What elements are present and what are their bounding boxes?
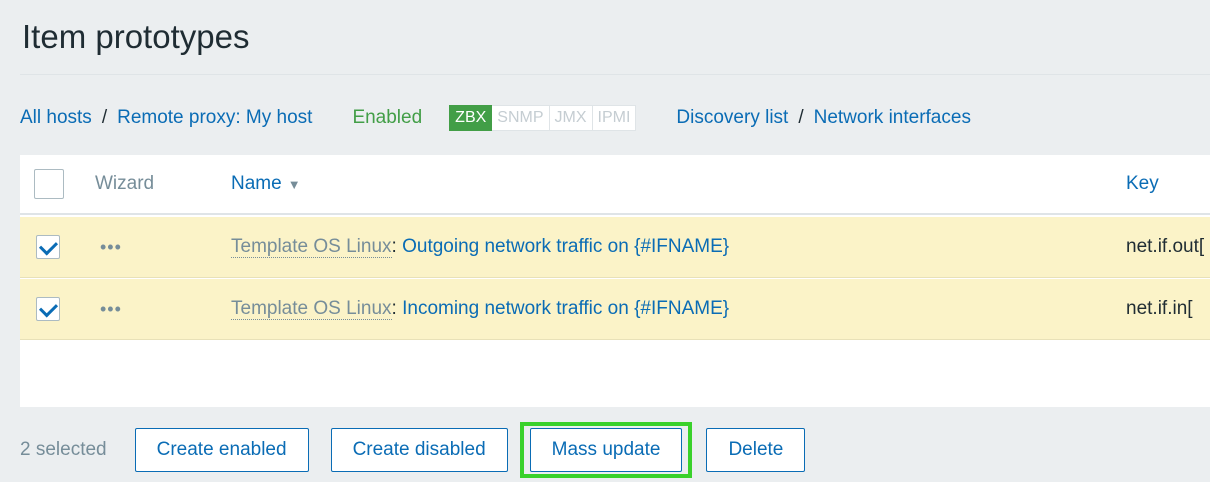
create-enabled-button[interactable]: Create enabled — [134, 428, 309, 472]
interface-jmx-badge: JMX — [549, 105, 593, 131]
table-row: ••• Template OS Linux: Outgoing network … — [20, 217, 1210, 278]
header-key[interactable]: Key — [1126, 173, 1159, 195]
interface-snmp-badge: SNMP — [492, 105, 550, 131]
sort-down-icon: ▼ — [287, 177, 301, 192]
mass-update-highlight: Mass update — [519, 422, 693, 478]
item-prototype-link[interactable]: Outgoing network traffic on {#IFNAME} — [402, 236, 729, 257]
row-checkbox[interactable] — [36, 235, 60, 259]
template-link[interactable]: Template OS Linux — [231, 298, 392, 320]
item-key: net.if.out[ — [1126, 236, 1205, 257]
mass-update-button[interactable]: Mass update — [529, 428, 683, 472]
table-header: Wizard Name ▼ Key — [20, 155, 1210, 215]
action-bar: 2 selected Create enabled Create disable… — [20, 422, 1210, 478]
header-wizard: Wizard — [95, 173, 155, 194]
wizard-menu-icon[interactable]: ••• — [100, 237, 122, 258]
header-name-label[interactable]: Name — [231, 173, 282, 194]
breadcrumb-separator: / — [798, 107, 804, 128]
title-divider — [20, 74, 1210, 75]
item-key: net.if.in[ — [1126, 298, 1193, 319]
select-all-checkbox[interactable] — [34, 169, 64, 199]
interface-zbx-badge: ZBX — [449, 105, 493, 131]
host-status-enabled[interactable]: Enabled — [352, 107, 422, 129]
breadcrumb-discovery-rule[interactable]: Network interfaces — [814, 107, 971, 129]
item-prototype-link[interactable]: Incoming network traffic on {#IFNAME} — [402, 298, 729, 319]
item-prototypes-table: Wizard Name ▼ Key ••• Template OS Linux: … — [20, 155, 1210, 407]
row-checkbox[interactable] — [36, 297, 60, 321]
item-name-cell: Template OS Linux: Incoming network traf… — [231, 298, 730, 320]
breadcrumb-discovery-list[interactable]: Discovery list — [676, 107, 788, 129]
breadcrumb: All hosts / Remote proxy: My host Enable… — [20, 100, 1210, 136]
item-name-cell: Template OS Linux: Outgoing network traf… — [231, 236, 730, 258]
wizard-menu-icon[interactable]: ••• — [100, 299, 122, 320]
breadcrumb-host[interactable]: Remote proxy: My host — [117, 107, 312, 129]
selected-count: 2 selected — [20, 439, 107, 460]
breadcrumb-all-hosts[interactable]: All hosts — [20, 107, 92, 129]
breadcrumb-separator: / — [101, 107, 108, 128]
template-link[interactable]: Template OS Linux — [231, 236, 392, 258]
interface-availability: ZBX SNMP JMX IPMI — [449, 105, 637, 131]
table-row: ••• Template OS Linux: Incoming network … — [20, 279, 1210, 340]
header-name[interactable]: Name ▼ — [231, 173, 301, 195]
create-disabled-button[interactable]: Create disabled — [330, 428, 508, 472]
page-title: Item prototypes — [22, 18, 250, 55]
delete-button[interactable]: Delete — [706, 428, 806, 472]
interface-ipmi-badge: IPMI — [592, 105, 637, 131]
